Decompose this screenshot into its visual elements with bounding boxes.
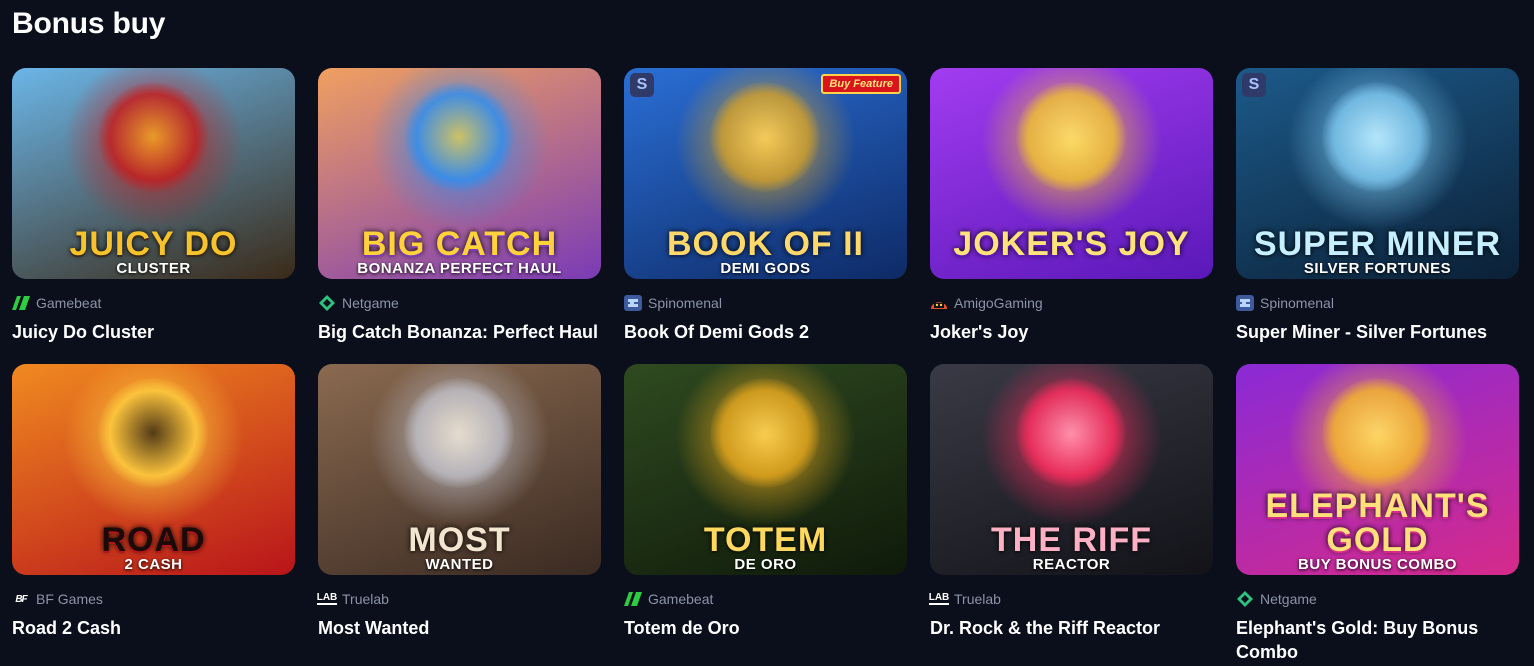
provider-row: Netgame: [1236, 590, 1519, 608]
spinomenal-badge-icon: S: [630, 73, 654, 97]
game-art-character: [1016, 82, 1126, 192]
game-art-title: BIG CATCH: [361, 225, 558, 263]
game-art-character: [98, 82, 208, 192]
provider-name: Gamebeat: [36, 295, 102, 311]
gamebeat-logo-icon: [12, 296, 30, 310]
amigogaming-logo-icon: [930, 296, 948, 310]
game-title[interactable]: Dr. Rock & the Riff Reactor: [930, 616, 1213, 640]
netgame-logo-icon: [1236, 591, 1254, 607]
game-card[interactable]: ROAD 2 CASH BF BF Games Road 2 Cash: [12, 364, 295, 660]
spinomenal-badge-icon: S: [1242, 73, 1266, 97]
game-art-subtitle: WANTED: [425, 556, 494, 573]
spinomenal-logo-icon: [624, 295, 642, 311]
game-art-title: ELEPHANT'S GOLD: [1265, 487, 1490, 559]
game-art-character: [710, 82, 820, 192]
game-art-subtitle: CLUSTER: [116, 260, 191, 277]
game-card[interactable]: MOST WANTED LAB Truelab Most Wanted: [316, 364, 601, 660]
game-thumbnail[interactable]: S Buy Feature BOOK OF II DEMI GODS: [624, 68, 907, 279]
game-art-character: [1016, 378, 1126, 488]
truelab-logo-icon: LAB: [316, 592, 338, 605]
game-thumbnail[interactable]: S SUPER MINER SILVER FORTUNES: [1236, 68, 1519, 279]
provider-row: Netgame: [318, 294, 601, 312]
provider-row: Gamebeat: [12, 294, 295, 312]
provider-name: Netgame: [1260, 591, 1317, 607]
game-art-character: [404, 82, 514, 192]
provider-name: Spinomenal: [648, 295, 722, 311]
provider-row: Spinomenal: [1236, 294, 1519, 312]
game-title[interactable]: Book Of Demi Gods 2: [624, 320, 907, 344]
game-art-subtitle: BUY BONUS COMBO: [1298, 556, 1457, 573]
game-art-title: ROAD: [101, 521, 206, 559]
game-art-subtitle: DEMI GODS: [720, 260, 811, 277]
game-art-subtitle: 2 CASH: [124, 556, 183, 573]
game-card[interactable]: ELEPHANT'S GOLD BUY BONUS COMBO Netgame Ele…: [1236, 364, 1519, 662]
spinomenal-logo-icon: [1236, 295, 1254, 311]
game-card[interactable]: TOTEM DE ORO Gamebeat Totem de Oro: [624, 364, 907, 660]
provider-name: Truelab: [954, 591, 1001, 607]
provider-row: LAB Truelab: [316, 590, 601, 608]
provider-name: AmigoGaming: [954, 295, 1043, 311]
game-title[interactable]: Joker's Joy: [930, 320, 1213, 344]
gamebeat-logo-icon: [624, 592, 642, 606]
game-art-title: BOOK OF II: [667, 225, 864, 263]
game-card[interactable]: BIG CATCH BONANZA PERFECT HAUL Netgame Big …: [318, 68, 601, 364]
game-art-subtitle: REACTOR: [1032, 556, 1111, 573]
game-title[interactable]: Juicy Do Cluster: [12, 320, 295, 344]
game-card[interactable]: THE RIFF REACTOR LAB Truelab Dr. Rock & the …: [928, 364, 1213, 660]
game-thumbnail[interactable]: ELEPHANT'S GOLD BUY BONUS COMBO: [1236, 364, 1519, 575]
game-thumbnail[interactable]: TOTEM DE ORO: [624, 364, 907, 575]
game-card[interactable]: JUICY DO CLUSTER Gamebeat Juicy Do Cluster: [12, 68, 295, 364]
bonus-buy-section: Bonus buy JUICY DO CLUSTER Gamebeat Juicy D…: [0, 0, 1534, 666]
game-art-character: [1322, 82, 1432, 192]
section-title: Bonus buy: [12, 7, 166, 40]
game-title[interactable]: Most Wanted: [318, 616, 601, 640]
provider-name: Truelab: [342, 591, 389, 607]
game-art-title: JOKER'S JOY: [953, 225, 1190, 263]
game-art-title: MOST: [408, 521, 511, 559]
game-title[interactable]: Big Catch Bonanza: Perfect Haul: [318, 320, 601, 344]
game-title[interactable]: Road 2 Cash: [12, 616, 295, 640]
game-art-title: JUICY DO: [69, 225, 238, 263]
provider-name: Gamebeat: [648, 591, 714, 607]
provider-name: Netgame: [342, 295, 399, 311]
bfgames-logo-icon: BF: [15, 593, 27, 605]
game-art-subtitle: DE ORO: [734, 556, 797, 573]
provider-row: AmigoGaming: [930, 294, 1213, 312]
provider-name: Spinomenal: [1260, 295, 1334, 311]
buy-feature-tag: Buy Feature: [821, 74, 901, 94]
provider-name: BF Games: [36, 591, 103, 607]
game-thumbnail[interactable]: THE RIFF REACTOR: [930, 364, 1213, 575]
game-art-title: SUPER MINER: [1253, 225, 1502, 263]
game-thumbnail[interactable]: JUICY DO CLUSTER: [12, 68, 295, 279]
game-title[interactable]: Super Miner - Silver Fortunes: [1236, 320, 1519, 344]
game-art-title: THE RIFF: [991, 521, 1152, 559]
game-art-character: [710, 378, 820, 488]
game-art-character: [404, 378, 514, 488]
provider-row: BF BF Games: [12, 590, 295, 608]
game-card[interactable]: JOKER'S JOY AmigoGaming Joker's Joy: [930, 68, 1213, 364]
game-card[interactable]: S Buy Feature BOOK OF II DEMI GODS Spinomena…: [624, 68, 907, 364]
game-art-character: [1322, 378, 1432, 488]
game-art-subtitle: SILVER FORTUNES: [1303, 260, 1452, 277]
game-art-title: TOTEM: [703, 521, 828, 559]
game-thumbnail[interactable]: ROAD 2 CASH: [12, 364, 295, 575]
truelab-logo-icon: LAB: [928, 592, 950, 605]
game-title[interactable]: Totem de Oro: [624, 616, 907, 640]
game-title[interactable]: Elephant's Gold: Buy Bonus Combo: [1236, 616, 1519, 664]
provider-row: LAB Truelab: [928, 590, 1213, 608]
game-art-character: [98, 378, 208, 488]
game-thumbnail[interactable]: MOST WANTED: [318, 364, 601, 575]
game-grid: JUICY DO CLUSTER Gamebeat Juicy Do Cluster B…: [12, 68, 1519, 662]
game-thumbnail[interactable]: BIG CATCH BONANZA PERFECT HAUL: [318, 68, 601, 279]
game-thumbnail[interactable]: JOKER'S JOY: [930, 68, 1213, 279]
game-card[interactable]: S SUPER MINER SILVER FORTUNES Spinomenal Sup…: [1236, 68, 1519, 364]
netgame-logo-icon: [318, 295, 336, 311]
provider-row: Spinomenal: [624, 294, 907, 312]
game-art-subtitle: BONANZA PERFECT HAUL: [357, 260, 562, 277]
provider-row: Gamebeat: [624, 590, 907, 608]
